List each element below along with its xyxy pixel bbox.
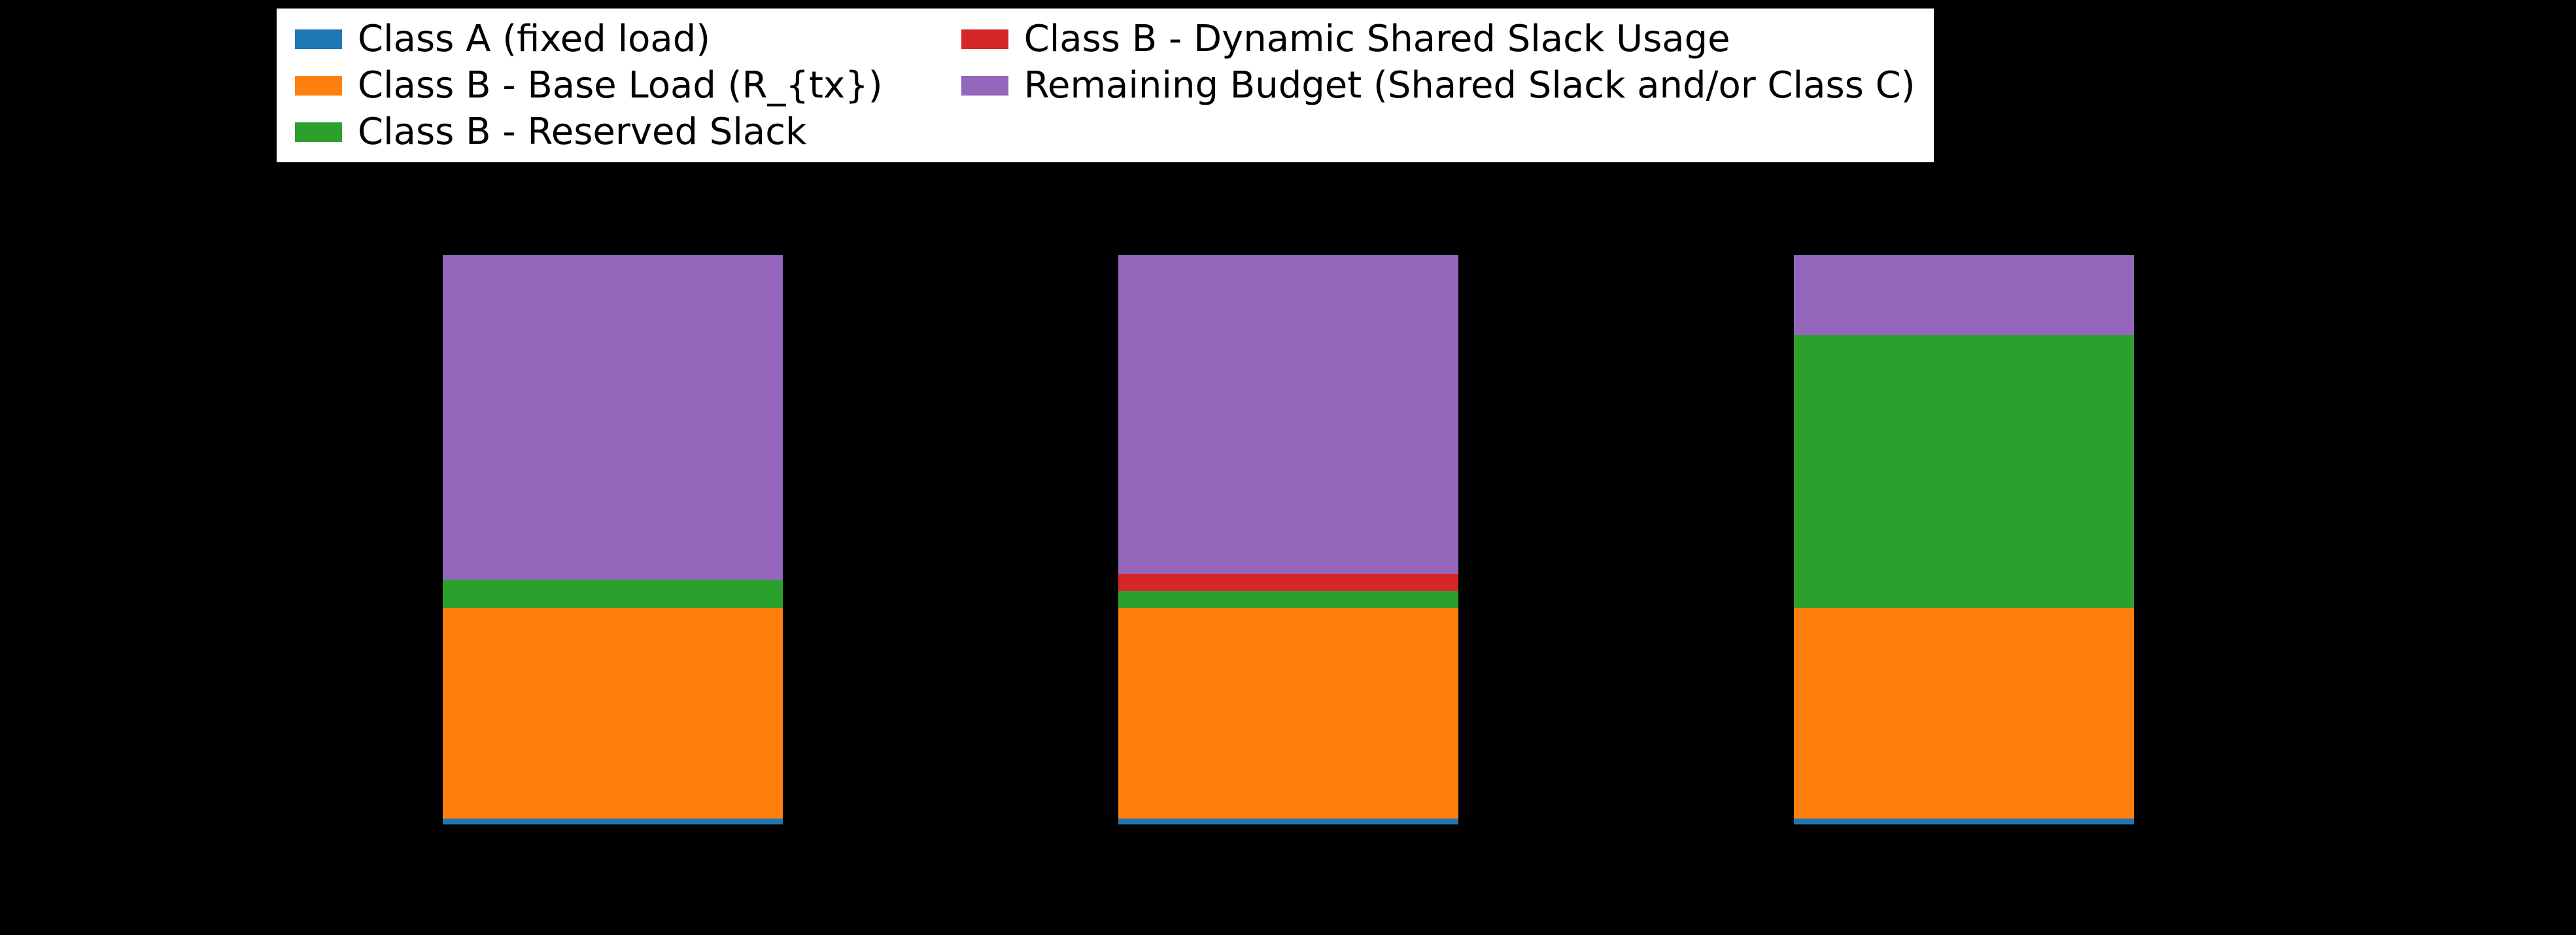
legend-label-remaining: Remaining Budget (Shared Slack and/or Cl… bbox=[1024, 64, 1915, 107]
bar-2 bbox=[1794, 255, 2134, 824]
seg-0-class-b-base bbox=[443, 608, 783, 819]
legend-item-class-b-dynamic: Class B - Dynamic Shared Slack Usage bbox=[961, 18, 1915, 60]
bar-group-2 bbox=[1794, 255, 2134, 824]
bar-group-1 bbox=[1118, 255, 1458, 824]
legend-label-class-b-dynamic: Class B - Dynamic Shared Slack Usage bbox=[1024, 18, 1730, 60]
swatch-class-b-dynamic bbox=[961, 29, 1008, 49]
legend-item-remaining: Remaining Budget (Shared Slack and/or Cl… bbox=[961, 64, 1915, 107]
legend: Class A (fixed load) Class B - Base Load… bbox=[275, 7, 1936, 164]
bar-group-0 bbox=[443, 255, 783, 824]
legend-label-class-b-reserved: Class B - Reserved Slack bbox=[358, 111, 806, 153]
seg-1-class-b-dynamic bbox=[1118, 574, 1458, 591]
seg-2-class-a bbox=[1794, 819, 2134, 824]
legend-item-class-a: Class A (fixed load) bbox=[295, 18, 883, 60]
legend-item-class-b-base: Class B - Base Load (R_{tx}) bbox=[295, 64, 883, 107]
swatch-class-a bbox=[295, 29, 342, 49]
chart-area bbox=[0, 255, 2576, 824]
seg-0-remaining bbox=[443, 255, 783, 580]
swatch-class-b-base bbox=[295, 76, 342, 96]
seg-2-class-b-base bbox=[1794, 608, 2134, 819]
bar-0 bbox=[443, 255, 783, 824]
legend-col-2: Class B - Dynamic Shared Slack Usage Rem… bbox=[961, 18, 1915, 153]
seg-0-class-b-reserved bbox=[443, 580, 783, 609]
legend-label-class-b-base: Class B - Base Load (R_{tx}) bbox=[358, 64, 883, 107]
seg-1-class-b-reserved bbox=[1118, 591, 1458, 608]
seg-2-class-b-reserved bbox=[1794, 335, 2134, 609]
swatch-remaining bbox=[961, 76, 1008, 96]
swatch-class-b-reserved bbox=[295, 122, 342, 142]
seg-2-remaining bbox=[1794, 255, 2134, 335]
seg-1-class-a bbox=[1118, 819, 1458, 824]
seg-0-class-a bbox=[443, 819, 783, 824]
seg-1-class-b-base bbox=[1118, 608, 1458, 819]
legend-item-class-b-reserved: Class B - Reserved Slack bbox=[295, 111, 883, 153]
seg-1-remaining bbox=[1118, 255, 1458, 574]
legend-label-class-a: Class A (fixed load) bbox=[358, 18, 710, 60]
legend-col-1: Class A (fixed load) Class B - Base Load… bbox=[295, 18, 883, 153]
bar-1 bbox=[1118, 255, 1458, 824]
